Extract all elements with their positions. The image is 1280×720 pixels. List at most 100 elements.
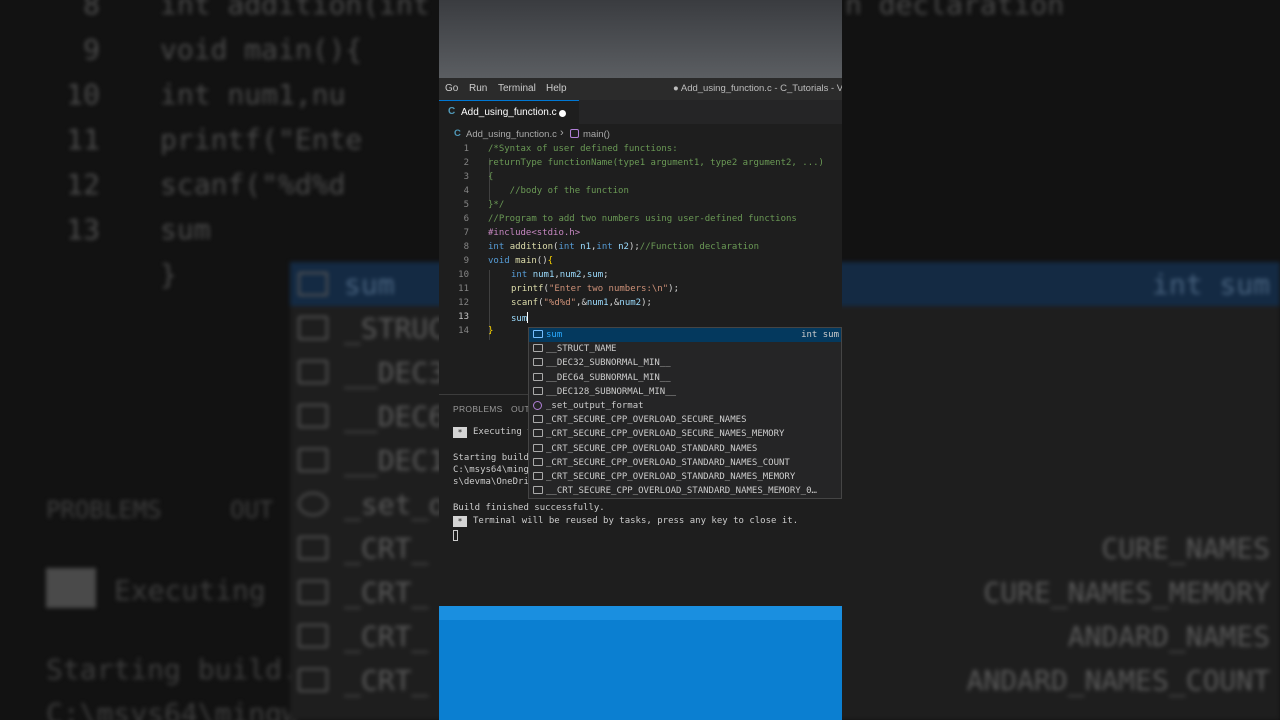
suggest-item[interactable]: __DEC128_SUBNORMAL_MIN__ (529, 385, 841, 399)
bg-line-number: 13 (66, 213, 100, 246)
code-text: } (488, 326, 494, 336)
code-text: }*/ (488, 200, 505, 210)
bg-popup-label: _STRUC (344, 312, 446, 345)
suggest-item[interactable]: _set_output_format (529, 399, 841, 413)
status-bar (439, 606, 842, 720)
terminal-line: Build finished successfully. (453, 503, 605, 513)
bg-popup-label: _CRT_ (344, 576, 429, 609)
chevron-right-icon: › (560, 127, 564, 139)
bg-line-text: void main(){ (160, 33, 363, 66)
window-top-area (439, 0, 842, 78)
terminal-cursor[interactable] (453, 530, 458, 541)
bg-line-text: printf("Ente (160, 123, 363, 156)
line-number: 8 (463, 242, 469, 252)
macro-icon (533, 344, 543, 353)
text-caret (527, 312, 529, 323)
star-icon: * (453, 427, 467, 438)
code-text: //body of the function (488, 186, 629, 196)
suggest-item[interactable]: _CRT_SECURE_CPP_OVERLOAD_SECURE_NAMES_ME… (529, 427, 841, 441)
code-text: //Program to add two numbers using user-… (488, 214, 797, 224)
line-number: 2 (463, 158, 469, 168)
macro-icon (533, 486, 543, 495)
suggest-item[interactable]: _CRT_SECURE_CPP_OVERLOAD_STANDARD_NAMES_… (529, 470, 841, 484)
code-line: 5}*/ (439, 200, 842, 214)
bg-popup-label: sum (344, 268, 395, 301)
code-line: 4 //body of the function (439, 186, 842, 200)
suggest-item[interactable]: __DEC64_SUBNORMAL_MIN__ (529, 371, 841, 385)
code-text: printf("Enter two numbers:\n"); (511, 284, 679, 294)
bg-starting: Starting build. (46, 653, 299, 686)
code-text: sum (511, 312, 529, 324)
suggest-item[interactable]: __CRT_SECURE_CPP_OVERLOAD_STANDARD_NAMES… (529, 484, 841, 498)
suggest-item[interactable]: __DEC32_SUBNORMAL_MIN__ (529, 356, 841, 370)
bg-line-number: 12 (66, 168, 100, 201)
bg-popup-label: _CRT_ (344, 620, 429, 653)
function-icon (533, 401, 542, 410)
line-number: 12 (458, 298, 469, 308)
c-file-icon: C (448, 106, 456, 117)
code-line: 2 returnType functionName(type1 argument1… (439, 158, 842, 172)
terminal-line: s\devma\OneDrive (453, 477, 540, 487)
bg-line-text: } (160, 258, 177, 291)
bg-popup-label: __DEC3 (344, 356, 446, 389)
menu-go[interactable]: Go (445, 83, 458, 94)
macro-icon (533, 429, 543, 438)
suggest-item[interactable]: __STRUCT_NAME (529, 342, 841, 356)
bg-popup-label: _CRT_ (344, 532, 429, 565)
star-icon: * (453, 516, 467, 527)
code-line: 6 //Program to add two numbers using user… (439, 214, 842, 228)
suggest-item[interactable]: _CRT_SECURE_CPP_OVERLOAD_SECURE_NAMES (529, 413, 841, 427)
macro-icon (533, 386, 543, 395)
breadcrumb-file[interactable]: Add_using_function.c (466, 129, 557, 140)
bg-line-number: 11 (66, 123, 100, 156)
code-text: int num1,num2,sum; (511, 270, 609, 280)
line-number: 10 (458, 270, 469, 280)
tab-problems[interactable]: PROBLEMS (453, 404, 503, 414)
bg-popup-label: __DEC1 (344, 444, 446, 477)
suggest-item[interactable]: _CRT_SECURE_CPP_OVERLOAD_STANDARD_NAMES_… (529, 456, 841, 470)
suggest-widget[interactable]: sum int sum __STRUCT_NAME __DEC32_SUBNORM… (528, 327, 842, 499)
unsaved-dot-icon[interactable] (559, 110, 566, 117)
bg-popup-detail: CURE_NAMES_MEMORY (983, 576, 1270, 609)
bg-panel-problems: PROBLEMS (46, 496, 162, 524)
window-title: ● Add_using_function.c - C_Tutorials - V… (673, 83, 842, 94)
breadcrumb-symbol[interactable]: main() (583, 129, 610, 140)
line-number: 3 (463, 172, 469, 182)
menu-bar: Go Run Terminal Help ● Add_using_functio… (439, 78, 842, 100)
line-number: 9 (463, 256, 469, 266)
menu-help[interactable]: Help (546, 83, 567, 94)
bg-popup-label: _CRT_ (344, 664, 429, 697)
suggest-item[interactable]: sum int sum (529, 328, 841, 343)
tab-bar: C Add_using_function.c (439, 100, 842, 124)
macro-icon (533, 443, 543, 452)
line-number: 1 (463, 144, 469, 154)
bg-popup-detail: ANDARD_NAMES (1067, 620, 1270, 653)
code-line: 1 /*Syntax of user defined functions: (439, 144, 842, 158)
menu-terminal[interactable]: Terminal (498, 83, 536, 94)
bg-line-text: scanf("%d%d (160, 168, 346, 201)
line-number: 14 (458, 326, 469, 336)
line-number: 11 (458, 284, 469, 294)
variable-icon (533, 330, 543, 338)
bg-path: C:\msys64\mingw (46, 697, 299, 720)
bg-popup-detail: int sum (1151, 268, 1270, 301)
line-number: 6 (463, 214, 469, 224)
tab-label: Add_using_function.c (461, 107, 557, 118)
bg-line-number: 8 (83, 0, 100, 21)
suggest-item[interactable]: _CRT_SECURE_CPP_OVERLOAD_STANDARD_NAMES (529, 442, 841, 456)
bg-popup-label: __DEC6 (344, 400, 446, 433)
breadcrumb: C Add_using_function.c › main() (439, 124, 842, 144)
menu-run[interactable]: Run (469, 83, 487, 94)
code-text: /*Syntax of user defined functions: (488, 144, 678, 154)
code-line: 7 #include<stdio.h> (439, 228, 842, 242)
terminal-reuse-line: * Terminal will be reused by tasks, press… (453, 516, 798, 527)
code-line: 9 void main(){ (439, 256, 842, 270)
bg-line-text: sum (160, 213, 211, 246)
line-number: 4 (463, 186, 469, 196)
code-line-current: 13 sum (439, 312, 842, 326)
line-number: 7 (463, 228, 469, 238)
bg-popup-detail: ANDARD_NAMES_COUNT (966, 664, 1270, 697)
c-file-icon: C (454, 128, 461, 139)
suggest-detail: int sum (801, 330, 839, 340)
tab-add-using-function[interactable]: C Add_using_function.c (439, 100, 579, 124)
